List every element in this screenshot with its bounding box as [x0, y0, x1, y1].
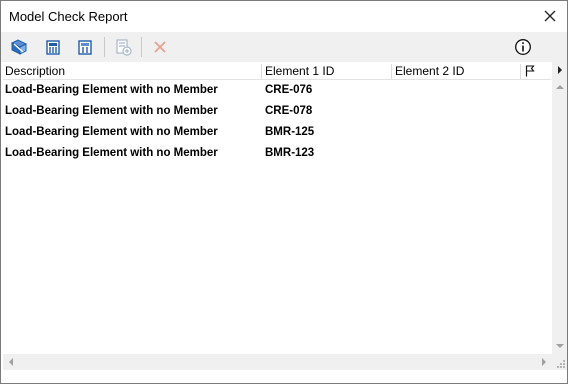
close-icon [544, 10, 556, 22]
scroll-right-button[interactable] [552, 62, 567, 78]
table-row[interactable]: Load-Bearing Element with no Member BMR-… [3, 122, 551, 143]
element-1-id-cell: BMR-125 [265, 126, 315, 138]
chevron-right-icon [557, 66, 562, 74]
window-title: Model Check Report [9, 9, 128, 24]
table-header: Description Element 1 ID Element 2 ID [3, 62, 551, 80]
resize-grip[interactable] [552, 354, 567, 370]
select-elements-button[interactable] [7, 36, 31, 58]
description-cell: Load-Bearing Element with no Member [5, 147, 218, 159]
chevron-left-icon [9, 358, 13, 366]
select-elements-icon [10, 39, 28, 55]
open-section-view-button[interactable] [73, 36, 97, 58]
scroll-up-button[interactable] [552, 78, 567, 94]
open-3d-view-icon [46, 40, 60, 55]
vertical-scrollbar[interactable] [552, 62, 567, 354]
element-1-id-cell: BMR-123 [265, 147, 315, 159]
add-to-issue-button[interactable] [111, 36, 135, 58]
info-icon [515, 39, 531, 55]
chevron-down-icon [555, 343, 564, 348]
scroll-right-arrow[interactable] [537, 354, 552, 370]
add-to-issue-icon [116, 39, 132, 56]
report-table: Description Element 1 ID Element 2 ID Lo… [3, 62, 551, 354]
delete-button[interactable] [148, 36, 172, 58]
table-row[interactable]: Load-Bearing Element with no Member BMR-… [3, 143, 551, 164]
scroll-left-button[interactable] [3, 354, 18, 370]
flag-icon [525, 65, 535, 77]
open-section-view-icon [78, 40, 92, 55]
description-cell: Load-Bearing Element with no Member [5, 84, 218, 96]
title-bar: Model Check Report [1, 1, 567, 31]
column-header-description[interactable]: Description [3, 62, 65, 80]
chevron-up-icon [555, 84, 564, 89]
toolbar-separator [141, 37, 142, 57]
column-divider[interactable] [261, 64, 262, 79]
column-header-element-2-id[interactable]: Element 2 ID [393, 62, 464, 80]
resize-grip-icon [557, 360, 565, 368]
toolbar-separator [104, 37, 105, 57]
info-button[interactable] [511, 36, 535, 58]
table-row[interactable]: Load-Bearing Element with no Member CRE-… [3, 101, 551, 122]
toolbar [1, 32, 567, 62]
description-cell: Load-Bearing Element with no Member [5, 126, 218, 138]
description-cell: Load-Bearing Element with no Member [5, 105, 218, 117]
horizontal-scrollbar[interactable] [3, 354, 552, 370]
delete-icon [154, 41, 166, 53]
element-1-id-cell: CRE-078 [265, 105, 313, 117]
scroll-down-button[interactable] [552, 338, 567, 354]
table-row[interactable]: Load-Bearing Element with no Member CRE-… [3, 80, 551, 101]
model-check-report-window: Model Check Report Description Element 1… [0, 0, 568, 384]
column-divider[interactable] [520, 64, 521, 79]
open-3d-view-button[interactable] [41, 36, 65, 58]
chevron-right-icon [542, 358, 546, 366]
column-header-element-1-id[interactable]: Element 1 ID [263, 62, 334, 80]
element-1-id-cell: CRE-076 [265, 84, 313, 96]
column-divider[interactable] [391, 64, 392, 79]
close-button[interactable] [533, 1, 567, 31]
